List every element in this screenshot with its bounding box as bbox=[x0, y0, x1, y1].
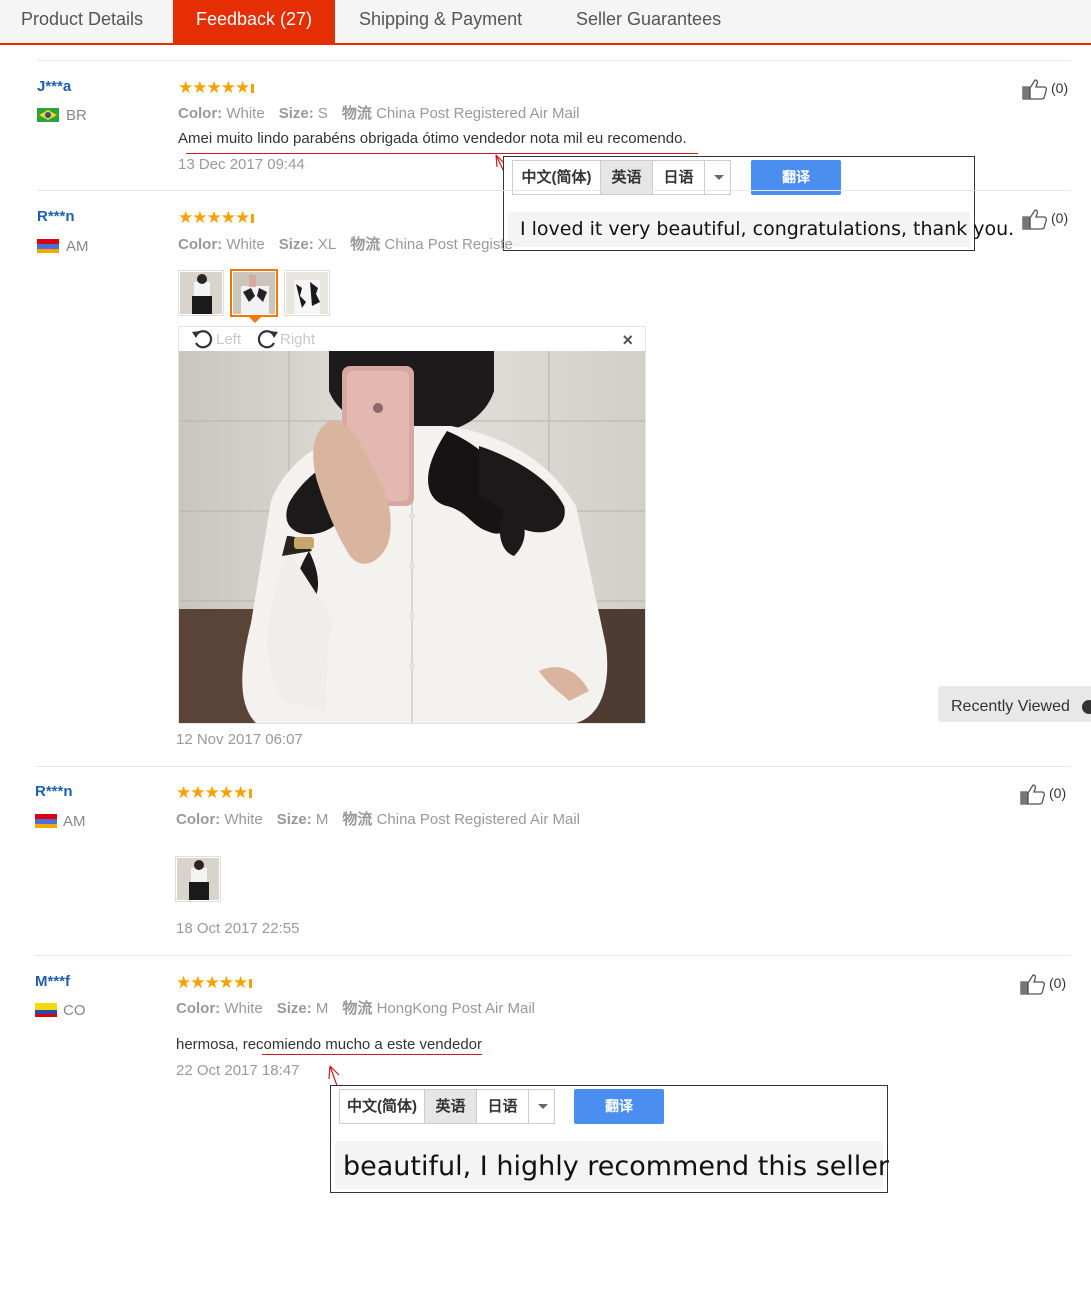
review-date: 18 Oct 2017 22:55 bbox=[176, 920, 300, 937]
reviewer-country: BR bbox=[66, 107, 87, 124]
recently-viewed-button[interactable]: Recently Viewed bbox=[938, 686, 1091, 722]
selected-indicator-icon bbox=[249, 317, 261, 323]
review-photo-large bbox=[179, 351, 645, 723]
divider bbox=[37, 190, 1071, 191]
translation-popup: 中文(简体) 英语 日语 翻译 beautiful, I highly reco… bbox=[330, 1085, 889, 1193]
flag-brazil-icon bbox=[37, 108, 59, 122]
review-photo-thumbnail[interactable] bbox=[175, 856, 221, 902]
helpful-button[interactable]: (0) bbox=[1020, 973, 1080, 997]
review-attributes: Color: White Size: S 物流 China Post Registe… bbox=[178, 105, 580, 122]
lang-chinese-button[interactable]: 中文(简体) bbox=[340, 1090, 425, 1123]
shipping-value: China Post Registered Air Mail bbox=[376, 811, 580, 828]
helpful-button[interactable]: (0) bbox=[1020, 783, 1080, 807]
rating-stars-icon: ★★★★★ bbox=[176, 974, 253, 991]
rotate-left-icon bbox=[192, 330, 213, 349]
size-value: M bbox=[315, 1000, 329, 1017]
tab-shipping-payment[interactable]: Shipping & Payment bbox=[339, 0, 542, 43]
thumbs-up-icon bbox=[1022, 209, 1048, 230]
flag-armenia-icon bbox=[35, 814, 57, 828]
size-value: S bbox=[317, 105, 328, 122]
helpful-button[interactable]: (0) bbox=[1022, 208, 1082, 232]
review-date: 12 Nov 2017 06:07 bbox=[176, 731, 303, 748]
shipping-value: China Post Registe bbox=[384, 236, 513, 253]
review-comment: Amei muito lindo parabéns obrigada ótimo… bbox=[178, 130, 687, 147]
translation-toolbar: 中文(简体) 英语 日语 翻译 bbox=[504, 157, 974, 212]
reviewer-name[interactable]: R***n bbox=[35, 783, 73, 800]
divider bbox=[35, 766, 1071, 767]
review-photo-thumbnail-selected[interactable] bbox=[230, 269, 278, 317]
arrow-icon bbox=[1082, 700, 1091, 714]
photo-viewer: Left Right × bbox=[178, 326, 646, 724]
color-value: White bbox=[226, 236, 265, 253]
size-value: M bbox=[315, 811, 329, 828]
helpful-count: (0) bbox=[1051, 80, 1069, 96]
review-photo-thumbnail[interactable] bbox=[178, 270, 224, 316]
annotation-underline bbox=[262, 1054, 482, 1055]
reviewer-country: AM bbox=[63, 813, 86, 830]
thumbs-up-icon bbox=[1020, 974, 1046, 995]
color-value: White bbox=[226, 105, 265, 122]
thumbs-up-icon bbox=[1022, 79, 1048, 100]
flag-armenia-icon bbox=[37, 239, 59, 253]
size-value: XL bbox=[317, 236, 337, 253]
tab-feedback[interactable]: Feedback (27) bbox=[173, 0, 335, 43]
helpful-button[interactable]: (0) bbox=[1022, 78, 1082, 102]
translation-result: beautiful, I highly recommend this selle… bbox=[335, 1141, 889, 1189]
color-value: White bbox=[224, 811, 263, 828]
chevron-down-icon[interactable] bbox=[529, 1090, 557, 1123]
close-icon[interactable]: × bbox=[622, 330, 633, 351]
reviewer-country: CO bbox=[63, 1002, 86, 1019]
reviewer-name[interactable]: J***a bbox=[37, 78, 71, 95]
rating-stars-icon: ★★★★★ bbox=[178, 209, 255, 226]
rotate-right-icon bbox=[257, 330, 278, 349]
lang-japanese-button[interactable]: 日语 bbox=[477, 1090, 529, 1123]
helpful-count: (0) bbox=[1049, 975, 1067, 991]
lang-english-button[interactable]: 英语 bbox=[425, 1090, 477, 1123]
translation-toolbar: 中文(简体) 英语 日语 翻译 bbox=[331, 1086, 887, 1141]
reviewer-name[interactable]: R***n bbox=[37, 208, 75, 225]
review-attributes: Color: White Size: XL 物流 China Post Regist… bbox=[178, 236, 513, 253]
tab-seller-guarantees[interactable]: Seller Guarantees bbox=[556, 0, 741, 43]
color-value: White bbox=[224, 1000, 263, 1017]
annotation-underline bbox=[186, 153, 698, 154]
thumbs-up-icon bbox=[1020, 784, 1046, 805]
rating-stars-icon: ★★★★★ bbox=[178, 79, 255, 96]
shipping-value: China Post Registered Air Mail bbox=[376, 105, 580, 122]
tab-bar: Product Details Feedback (27) Shipping &… bbox=[0, 0, 1091, 45]
rating-stars-icon: ★★★★★ bbox=[176, 784, 253, 801]
flag-colombia-icon bbox=[35, 1003, 57, 1017]
rotate-left-button[interactable]: Left bbox=[191, 328, 251, 350]
reviewer-country: AM bbox=[66, 238, 89, 255]
rotate-right-button[interactable]: Right bbox=[255, 328, 325, 350]
language-selector: 中文(简体) 英语 日语 bbox=[339, 1089, 555, 1124]
helpful-count: (0) bbox=[1051, 210, 1069, 226]
review-photo-thumbnail[interactable] bbox=[284, 270, 330, 316]
divider bbox=[37, 60, 1071, 61]
review-attributes: Color: White Size: M 物流 HongKong Post Air … bbox=[176, 1000, 535, 1017]
recently-viewed-label: Recently Viewed bbox=[951, 698, 1070, 715]
translation-result: I loved it very beautiful, congratulatio… bbox=[508, 212, 1014, 247]
translation-popup: 中文(简体) 英语 日语 翻译 I loved it very beautifu… bbox=[503, 156, 1014, 251]
review-date: 22 Oct 2017 18:47 bbox=[176, 1062, 300, 1079]
divider bbox=[35, 955, 1071, 956]
review-attributes: Color: White Size: M 物流 China Post Registe… bbox=[176, 811, 580, 828]
review-date: 13 Dec 2017 09:44 bbox=[178, 156, 305, 173]
photo-viewer-toolbar: Left Right × bbox=[179, 327, 645, 351]
shipping-value: HongKong Post Air Mail bbox=[376, 1000, 535, 1017]
reviewer-name[interactable]: M***f bbox=[35, 973, 70, 990]
helpful-count: (0) bbox=[1049, 785, 1067, 801]
review-comment: hermosa, recomiendo mucho a este vendedo… bbox=[176, 1036, 483, 1053]
tab-product-details[interactable]: Product Details bbox=[1, 0, 163, 43]
translate-button[interactable]: 翻译 bbox=[574, 1089, 664, 1124]
